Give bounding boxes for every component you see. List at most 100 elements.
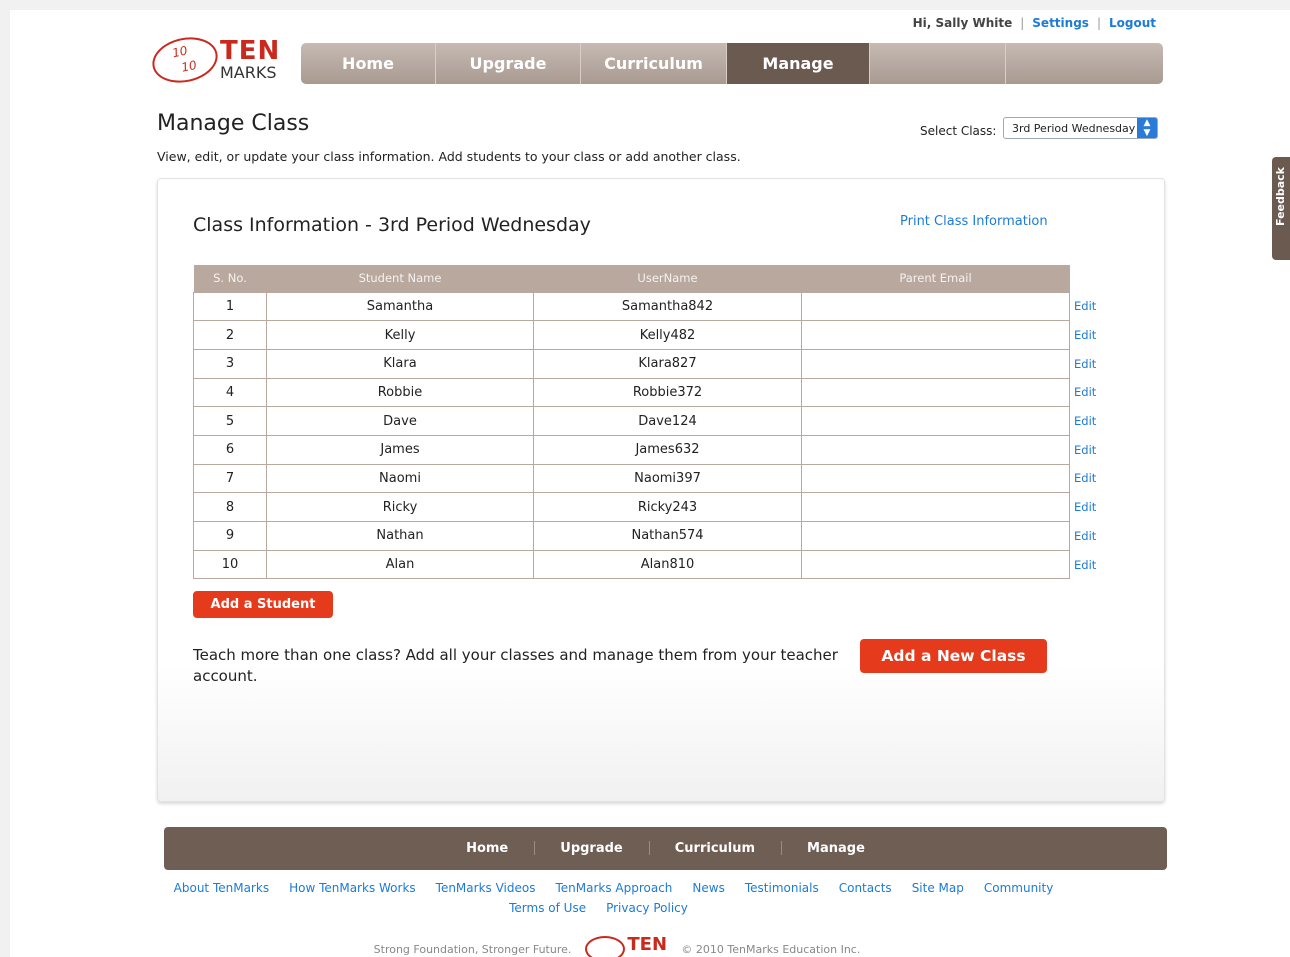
- footer-copyright: © 2010 TenMarks Education Inc.: [681, 943, 861, 956]
- cell-student-name: James: [266, 434, 534, 465]
- footer-link-terms[interactable]: Terms of Use: [509, 901, 586, 915]
- cell-parent-email: [801, 492, 1070, 522]
- user-greeting: Hi, Sally White: [912, 16, 1013, 30]
- footer-nav: Home Upgrade Curriculum Manage: [164, 827, 1167, 870]
- cell-student-name: Naomi: [266, 463, 534, 494]
- cell-student-name: Dave: [266, 406, 534, 436]
- cell-parent-email: [801, 348, 1070, 379]
- add-student-button[interactable]: Add a Student: [193, 591, 333, 618]
- footer-link-community[interactable]: Community: [984, 881, 1053, 895]
- logout-link[interactable]: Logout: [1109, 16, 1156, 30]
- cell-student-name: Samantha: [266, 291, 534, 322]
- edit-link[interactable]: Edit: [1070, 292, 1110, 321]
- table-row: 1 Samantha Samantha842 Edit: [193, 291, 1110, 322]
- cell-username: Dave124: [533, 406, 802, 436]
- cell-parent-email: [801, 463, 1070, 494]
- footer-links-row: About TenMarks How TenMarks Works TenMar…: [0, 881, 1290, 895]
- main-nav: Home Upgrade Curriculum Manage: [301, 43, 1163, 84]
- updown-arrows-icon: ▲ ▼: [1137, 118, 1157, 138]
- edit-link[interactable]: Edit: [1070, 550, 1110, 579]
- cell-student-name: Klara: [266, 348, 534, 379]
- student-table: S. No. Student Name UserName Parent Emai…: [193, 265, 1110, 580]
- table-row: 7 Naomi Naomi397 Edit: [193, 463, 1110, 494]
- select-class-dropdown[interactable]: 3rd Period Wednesday ▲ ▼: [1003, 117, 1158, 139]
- edit-link[interactable]: Edit: [1070, 493, 1110, 522]
- footer-link-about[interactable]: About TenMarks: [174, 881, 269, 895]
- cell-sno: 1: [193, 291, 267, 322]
- settings-link[interactable]: Settings: [1032, 16, 1089, 30]
- cell-parent-email: [801, 377, 1070, 408]
- footer-nav-manage[interactable]: Manage: [781, 841, 891, 856]
- separator: |: [1020, 16, 1025, 30]
- footer-link-contacts[interactable]: Contacts: [839, 881, 892, 895]
- edit-link[interactable]: Edit: [1070, 349, 1110, 378]
- column-header-parent-email: Parent Email: [801, 265, 1070, 292]
- footer-logo: TEN: [585, 936, 667, 957]
- table-row: 5 Dave Dave124 Edit: [193, 406, 1110, 436]
- table-row: 10 Alan Alan810 Edit: [193, 549, 1110, 580]
- feedback-label: Feedback: [1274, 167, 1287, 226]
- tenmarks-logo[interactable]: 10 10 TEN MARKS: [148, 31, 292, 89]
- column-header-student-name: Student Name: [266, 265, 534, 292]
- footer-link-how-it-works[interactable]: How TenMarks Works: [289, 881, 416, 895]
- footer-link-privacy[interactable]: Privacy Policy: [606, 901, 688, 915]
- table-header-row: S. No. Student Name UserName Parent Emai…: [193, 265, 1110, 292]
- cell-parent-email: [801, 434, 1070, 465]
- footer-nav-curriculum[interactable]: Curriculum: [648, 841, 781, 856]
- table-row: 6 James James632 Edit: [193, 434, 1110, 465]
- logo-fraction-top: 10: [170, 43, 189, 61]
- cell-sno: 10: [193, 549, 267, 580]
- edit-link[interactable]: Edit: [1070, 378, 1110, 407]
- cell-sno: 7: [193, 463, 267, 494]
- edit-link[interactable]: Edit: [1070, 407, 1110, 436]
- table-row: 4 Robbie Robbie372 Edit: [193, 377, 1110, 408]
- cell-student-name: Alan: [266, 549, 534, 580]
- class-info-card: Class Information - 3rd Period Wednesday…: [157, 178, 1165, 802]
- cell-sno: 9: [193, 521, 267, 551]
- user-bar: Hi, Sally White | Settings | Logout: [913, 16, 1156, 30]
- footer-nav-upgrade[interactable]: Upgrade: [534, 841, 648, 856]
- footer-link-approach[interactable]: TenMarks Approach: [555, 881, 672, 895]
- edit-link[interactable]: Edit: [1070, 464, 1110, 493]
- table-row: 2 Kelly Kelly482 Edit: [193, 320, 1110, 350]
- logo-marks-text: MARKS: [220, 63, 277, 82]
- nav-home[interactable]: Home: [301, 43, 436, 84]
- nav-upgrade[interactable]: Upgrade: [436, 43, 581, 84]
- edit-link[interactable]: Edit: [1070, 522, 1110, 551]
- edit-link[interactable]: Edit: [1070, 321, 1110, 350]
- logo-ring-icon: 10 10: [148, 31, 222, 89]
- cell-username: Ricky243: [533, 492, 802, 522]
- cell-parent-email: [801, 320, 1070, 350]
- footer-link-news[interactable]: News: [692, 881, 724, 895]
- edit-link[interactable]: Edit: [1070, 435, 1110, 464]
- column-header-edit: [1070, 265, 1110, 292]
- cell-username: Klara827: [533, 348, 802, 379]
- class-info-heading: Class Information - 3rd Period Wednesday: [193, 214, 591, 236]
- footer-links: About TenMarks How TenMarks Works TenMar…: [0, 881, 1290, 921]
- cell-username: Naomi397: [533, 463, 802, 494]
- nav-manage[interactable]: Manage: [727, 43, 870, 84]
- add-new-class-button[interactable]: Add a New Class: [860, 639, 1047, 673]
- cell-username: Samantha842: [533, 291, 802, 322]
- nav-empty-slot: [870, 43, 1006, 84]
- footer-link-testimonials[interactable]: Testimonials: [745, 881, 819, 895]
- feedback-tab[interactable]: Feedback: [1272, 157, 1290, 260]
- separator: |: [1096, 16, 1101, 30]
- select-class-label: Select Class:: [920, 124, 997, 138]
- select-class-value: 3rd Period Wednesday: [1012, 121, 1136, 135]
- teach-more-text: Teach more than one class? Add all your …: [193, 646, 838, 685]
- cell-parent-email: [801, 521, 1070, 551]
- footer-link-videos[interactable]: TenMarks Videos: [436, 881, 536, 895]
- print-class-info-link[interactable]: Print Class Information: [900, 214, 1048, 229]
- cell-sno: 2: [193, 320, 267, 350]
- cell-username: Alan810: [533, 549, 802, 580]
- cell-student-name: Kelly: [266, 320, 534, 350]
- footer-bottom: Strong Foundation, Stronger Future. TEN …: [0, 936, 1290, 957]
- footer-nav-home[interactable]: Home: [440, 841, 534, 856]
- nav-curriculum[interactable]: Curriculum: [581, 43, 727, 84]
- page-title: Manage Class: [157, 111, 310, 136]
- footer-links-row: Terms of Use Privacy Policy: [0, 901, 1290, 915]
- footer-link-site-map[interactable]: Site Map: [912, 881, 964, 895]
- cell-parent-email: [801, 549, 1070, 580]
- cell-sno: 4: [193, 377, 267, 408]
